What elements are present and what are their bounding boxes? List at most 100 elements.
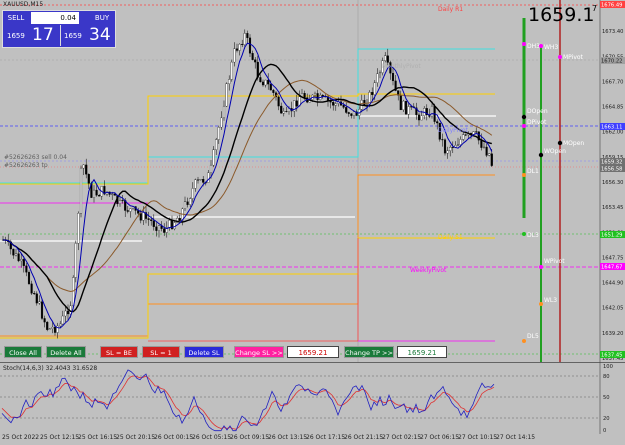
candle-body: [194, 179, 197, 189]
candle-body: [183, 201, 187, 210]
candle-body: [417, 114, 421, 121]
candle-body: [285, 111, 288, 112]
candle-body: [352, 111, 356, 116]
osc-background: [0, 362, 600, 434]
delete-all-button[interactable]: Delete All: [46, 346, 86, 358]
monthly-pivot-label: MonthlyPivot: [382, 63, 421, 70]
chart-background: [0, 0, 600, 362]
candle-body: [233, 48, 236, 63]
candle-body: [59, 323, 62, 327]
time-axis-tick: 26 Oct 05:15: [192, 434, 232, 441]
wh3-label: WH3: [544, 44, 558, 51]
candle-body: [139, 213, 142, 221]
candle-body: [222, 105, 226, 119]
candle-body: [43, 318, 46, 323]
price-axis-tick: 1673.40: [602, 29, 623, 35]
level-dot: [538, 152, 544, 158]
candle-body: [82, 164, 85, 169]
candle-body: [212, 149, 215, 166]
osc-axis-80: 80: [603, 374, 610, 380]
candle-body: [51, 326, 54, 329]
candle-body: [17, 253, 20, 262]
candle-body: [404, 100, 408, 115]
candle-body: [118, 200, 122, 205]
candle-body: [22, 259, 25, 266]
candle-body: [121, 200, 124, 202]
candle-body: [459, 139, 462, 145]
price-axis-tick: 1667.70: [602, 79, 623, 85]
candle-body: [277, 96, 280, 107]
candle-body: [79, 167, 83, 214]
osc-axis-0: 0: [603, 428, 606, 434]
sl-be-button[interactable]: SL = BE: [100, 346, 138, 358]
time-axis-tick: 26 Oct 09:15: [230, 434, 270, 441]
candle-body: [259, 77, 262, 83]
price-axis-tick: 1642.05: [602, 306, 623, 312]
candle-body: [267, 79, 270, 85]
time-axis-tick: 26 Oct 13:15: [268, 434, 308, 441]
candle-body: [269, 83, 272, 91]
candle-body: [248, 37, 252, 54]
candle-body: [490, 153, 493, 166]
candle-body: [92, 189, 96, 198]
buy-price-big: 34: [89, 25, 111, 45]
candle-body: [152, 220, 155, 227]
time-axis-tick: 27 Oct 14:15: [496, 434, 536, 441]
candle-body: [441, 139, 444, 141]
candle-body: [243, 33, 246, 45]
time-axis-tick: 25 Oct 2022: [2, 434, 40, 441]
level-dot: [522, 124, 526, 128]
price-tag-pivot-text: 1670.22: [601, 59, 622, 65]
sl-1-button[interactable]: SL = 1: [142, 346, 180, 358]
sell-price-small: 1659: [7, 32, 25, 40]
daily-pivot-label: DailyPivot: [438, 127, 469, 134]
lot-size-input[interactable]: 0.04: [31, 12, 79, 24]
weekly-pivot-label: WeeklyPivot: [410, 267, 447, 274]
close-all-button[interactable]: Close All: [4, 346, 42, 358]
one-click-trade-panel: SELL ▾ 0.04 BUY 1659 17 1659 34: [2, 10, 116, 48]
stochastic-panel[interactable]: Stoch(14,6,3) 32.4043 31.6528 100 80 50 …: [0, 362, 625, 434]
candle-body: [334, 103, 337, 106]
tp-value-field[interactable]: 1659.21: [397, 346, 447, 358]
level-dot: [522, 339, 526, 343]
candle-body: [373, 82, 376, 95]
sl-value-field[interactable]: 1659.21: [287, 346, 339, 358]
wopen-label: WOpen: [544, 148, 566, 155]
buy-button[interactable]: BUY: [91, 12, 113, 24]
candle-body: [27, 272, 31, 285]
candle-body: [264, 79, 267, 86]
candle-body: [225, 83, 228, 107]
change-tp-button[interactable]: Change TP >>: [344, 346, 394, 358]
candle-body: [157, 225, 161, 231]
current-price-display: 1659.1: [528, 4, 595, 26]
level-dot: [539, 44, 543, 48]
level-dot: [558, 55, 562, 59]
candle-body: [332, 102, 335, 106]
candle-body: [129, 208, 132, 212]
level-dot: [522, 173, 526, 177]
candle-body: [485, 146, 488, 156]
candle-body: [430, 105, 434, 117]
sell-button[interactable]: SELL: [4, 12, 28, 24]
candle-body: [196, 179, 200, 181]
change-sl-button[interactable]: Change SL >>: [234, 346, 284, 358]
delete-sl-button[interactable]: Delete SL: [184, 346, 224, 358]
level-dot: [521, 114, 527, 120]
daily-s1-label: Daily S1: [438, 234, 463, 241]
candle-body: [33, 293, 36, 295]
buy-price-small: 1659: [64, 32, 82, 40]
sell-price-button[interactable]: 1659 17: [4, 25, 58, 46]
candle-body: [384, 55, 387, 61]
buy-price-button[interactable]: 1659 34: [60, 25, 115, 46]
price-chart[interactable]: Daily R1 MonthlyPivot DailyPivot WeeklyP…: [0, 0, 625, 362]
candle-body: [371, 92, 374, 95]
candle-body: [178, 217, 181, 221]
time-axis-tick: 25 Oct 12:15: [40, 434, 80, 441]
candle-body: [475, 131, 478, 133]
candle-body: [407, 106, 410, 115]
candle-body: [46, 321, 49, 330]
candle-body: [449, 147, 452, 151]
candle-body: [199, 179, 202, 181]
candle-body: [420, 115, 423, 121]
candle-body: [261, 81, 265, 86]
